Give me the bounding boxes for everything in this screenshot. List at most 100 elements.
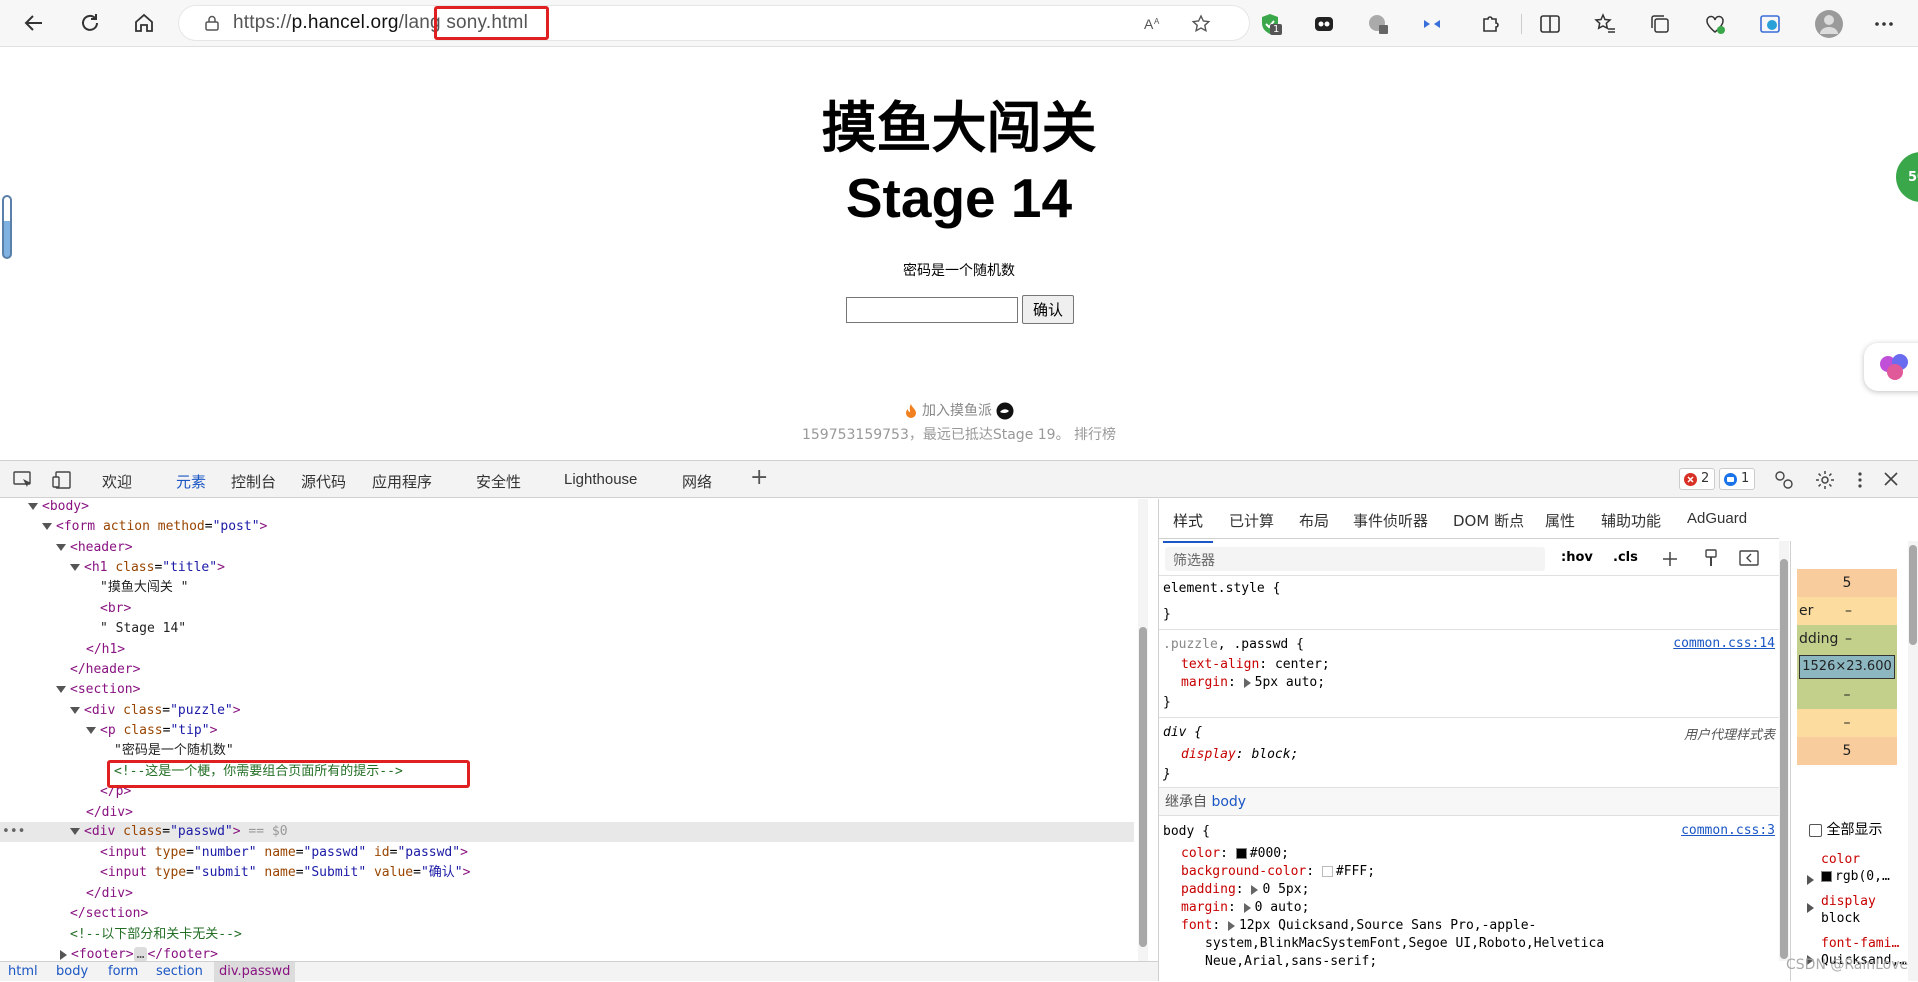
node-h1-end[interactable]: </h1> [86, 640, 125, 660]
lock-icon[interactable] [205, 15, 219, 31]
decl-margin-body[interactable]: margin: 0 auto; [1181, 899, 1309, 917]
devtab-console[interactable]: 控制台 [231, 471, 276, 492]
node-text-tip[interactable]: "密码是一个随机数" [114, 741, 234, 761]
network-conditions-icon[interactable] [1774, 470, 1794, 490]
error-counter[interactable]: 2 [1679, 468, 1715, 490]
padding-value[interactable]: – [1845, 625, 1852, 653]
show-all-checkbox[interactable] [1809, 823, 1822, 837]
message-counter[interactable]: 1 [1719, 468, 1755, 490]
stab-properties[interactable]: 属性 [1545, 510, 1575, 531]
node-text-title[interactable]: "摸鱼大闯关 " [100, 578, 188, 598]
add-tab-plus-icon[interactable]: + [750, 465, 768, 490]
decl-bg[interactable]: background-color: #FFF; [1181, 863, 1375, 881]
devtab-security[interactable]: 安全性 [476, 471, 521, 492]
node-h1[interactable]: <h1 class="title"> [70, 558, 225, 578]
stab-adguard[interactable]: AdGuard [1687, 510, 1747, 527]
edge-icon[interactable] [1758, 12, 1782, 36]
node-div-passwd[interactable]: <div class="passwd"> == $0 [70, 822, 288, 842]
decl-text-align[interactable]: text-align: center; [1181, 656, 1330, 674]
elements-scroll-thumb[interactable] [1139, 627, 1147, 947]
read-aloud-icon[interactable]: AA [1143, 14, 1163, 34]
crumb-body[interactable]: body [56, 964, 88, 979]
computed-font-family-label[interactable]: font-fami… [1807, 935, 1907, 965]
inspect-icon[interactable] [13, 471, 33, 489]
devtab-sources[interactable]: 源代码 [301, 471, 346, 492]
color-swatch-white[interactable] [1321, 866, 1333, 877]
toggle-sidebar-icon[interactable] [1739, 550, 1759, 566]
node-p-tip[interactable]: <p class="tip"> [86, 721, 217, 741]
profile-icon[interactable] [1814, 9, 1844, 39]
node-div-puzzle[interactable]: <div class="puzzle"> [70, 701, 241, 721]
devtab-network[interactable]: 网络 [682, 471, 712, 492]
health-icon[interactable] [1703, 12, 1727, 36]
crumb-div-passwd[interactable]: div.passwd [214, 962, 296, 982]
extension-arrows-icon[interactable] [1420, 12, 1444, 36]
close-devtools-icon[interactable] [1883, 471, 1899, 487]
devtab-application[interactable]: 应用程序 [372, 471, 432, 492]
node-br[interactable]: <br> [100, 599, 131, 619]
styles-scroll-thumb[interactable] [1780, 559, 1788, 959]
extension-dark-icon[interactable] [1312, 12, 1336, 36]
extension-globe-icon[interactable] [1366, 12, 1390, 36]
body-source-link[interactable]: common.css:3 [1681, 823, 1775, 838]
ranking-link[interactable]: 排行榜 [1074, 427, 1116, 443]
stab-event-listeners[interactable]: 事件侦听器 [1353, 510, 1428, 531]
styles-filter-input[interactable]: 筛选器 [1165, 547, 1545, 571]
home-icon[interactable] [124, 5, 164, 41]
cls-button[interactable]: .cls [1613, 550, 1638, 565]
node-comment-footer[interactable]: <!--以下部分和关卡无关--> [70, 925, 242, 945]
box-padding-bottom[interactable]: – [1797, 681, 1897, 709]
node-input-number[interactable]: <input type="number" name="passwd" id="p… [100, 843, 468, 863]
devtab-elements[interactable]: 元素 [167, 471, 215, 501]
device-toolbar-icon[interactable] [52, 471, 72, 489]
refresh-icon[interactable] [70, 5, 110, 41]
devtab-lighthouse[interactable]: Lighthouse [564, 471, 637, 488]
rule-puzzle-passwd[interactable]: .puzzle, .passwd { common.css:14 text-al… [1159, 630, 1779, 718]
node-div-passwd-end[interactable]: </div> [86, 884, 133, 904]
node-section-end[interactable]: </section> [70, 904, 148, 924]
puzzle-icon[interactable] [1478, 12, 1502, 36]
computed-display-label[interactable]: display [1807, 893, 1907, 913]
node-div-end[interactable]: </div> [86, 803, 133, 823]
sidebar-assistant[interactable] [1864, 343, 1918, 391]
password-input[interactable] [846, 297, 1018, 323]
styles-scrollbar[interactable] [1779, 541, 1789, 961]
new-rule-plus-icon[interactable] [1661, 550, 1679, 568]
crumb-html[interactable]: html [8, 964, 38, 979]
settings-gear-icon[interactable] [1815, 470, 1835, 490]
box-content-size[interactable]: 1526×23.600 [1799, 655, 1895, 679]
stab-computed[interactable]: 已计算 [1229, 510, 1274, 531]
stab-styles[interactable]: 样式 [1162, 510, 1214, 543]
back-icon[interactable] [14, 5, 54, 41]
rule-body[interactable]: body { common.css:3 color: #000; backgro… [1159, 817, 1779, 981]
decl-color[interactable]: color: #000; [1181, 845, 1289, 863]
node-header-end[interactable]: </header> [70, 660, 140, 680]
computed-color-label[interactable]: color [1807, 851, 1907, 885]
devtab-welcome[interactable]: 欢迎 [102, 471, 132, 492]
box-margin-bottom[interactable]: 5 [1797, 737, 1897, 765]
collections-icon[interactable] [1648, 12, 1672, 36]
computed-scrollbar[interactable] [1908, 541, 1918, 981]
decl-margin[interactable]: margin: 5px auto; [1181, 674, 1325, 692]
stab-accessibility[interactable]: 辅助功能 [1601, 510, 1661, 531]
node-input-submit[interactable]: <input type="submit" name="Submit" value… [100, 863, 470, 883]
node-text-stage[interactable]: " Stage 14" [100, 619, 186, 639]
show-all-row[interactable]: 全部显示 [1809, 819, 1882, 839]
color-swatch-black[interactable] [1235, 848, 1247, 859]
decl-padding[interactable]: padding: 0 5px; [1181, 881, 1309, 899]
more-icon[interactable] [1872, 12, 1896, 36]
rule-element-style[interactable]: element.style { } [1159, 576, 1779, 630]
favorites-icon[interactable] [1593, 12, 1617, 36]
node-header[interactable]: <header> [56, 538, 133, 558]
border-value[interactable]: – [1845, 597, 1852, 625]
selected-node-menu-icon[interactable]: ••• [2, 822, 25, 842]
address-bar[interactable]: https://p.hancel.org/lang sony.html AA [178, 5, 1250, 41]
computed-scroll-thumb[interactable] [1909, 545, 1917, 645]
box-margin-top[interactable]: 5 [1797, 569, 1897, 597]
adguard-shield-icon[interactable]: 1 [1258, 12, 1283, 36]
elements-scrollbar[interactable] [1138, 499, 1148, 961]
inherited-from-link[interactable]: body [1211, 794, 1246, 810]
node-footer[interactable]: <footer>… </footer> [60, 945, 218, 961]
rule-div-ua[interactable]: div { 用户代理样式表 display: block; } [1159, 718, 1779, 788]
node-body[interactable]: <body> [28, 499, 89, 517]
